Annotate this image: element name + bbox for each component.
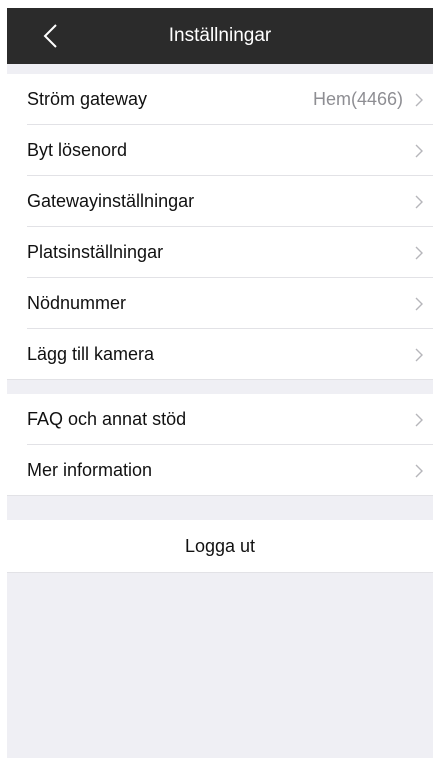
settings-item-label: Nödnummer: [27, 293, 127, 313]
chevron-right-icon: [415, 246, 423, 260]
settings-item-gateway-settings[interactable]: Gatewayinställningar: [7, 176, 433, 227]
settings-group-support: FAQ och annat stöd Mer information: [7, 394, 433, 496]
chevron-right-icon: [415, 297, 423, 311]
settings-screen: Inställningar Ström gateway Hem(4466) By…: [7, 8, 433, 758]
page-title: Inställningar: [168, 25, 272, 46]
settings-item-add-camera[interactable]: Lägg till kamera: [7, 329, 433, 380]
settings-item-change-password[interactable]: Byt lösenord: [7, 125, 433, 176]
settings-item-current-gateway[interactable]: Ström gateway Hem(4466): [7, 74, 433, 125]
settings-item-location-settings[interactable]: Platsinställningar: [7, 227, 433, 278]
chevron-right-icon: [415, 413, 423, 427]
settings-item-more-information[interactable]: Mer information: [7, 445, 433, 496]
settings-item-label: Mer information: [27, 460, 153, 480]
chevron-right-icon: [415, 464, 423, 478]
chevron-right-icon: [415, 93, 423, 107]
settings-item-emergency-number[interactable]: Nödnummer: [7, 278, 433, 329]
settings-item-label: Lägg till kamera: [27, 344, 155, 364]
logout-label: Logga ut: [184, 536, 256, 556]
settings-group-main: Ström gateway Hem(4466) Byt lösenord Gat…: [7, 74, 433, 380]
chevron-right-icon: [415, 348, 423, 362]
settings-item-label: FAQ och annat stöd: [27, 409, 187, 429]
settings-item-value: Hem(4466): [312, 89, 403, 109]
chevron-right-icon: [415, 195, 423, 209]
logout-button[interactable]: Logga ut: [7, 520, 433, 573]
chevron-right-icon: [415, 144, 423, 158]
settings-item-faq[interactable]: FAQ och annat stöd: [7, 394, 433, 445]
settings-item-label: Ström gateway: [27, 89, 148, 109]
settings-item-label: Gatewayinställningar: [27, 191, 195, 211]
settings-item-label: Byt lösenord: [27, 140, 128, 160]
settings-item-label: Platsinställningar: [27, 242, 164, 262]
navigation-bar: Inställningar: [7, 8, 433, 64]
